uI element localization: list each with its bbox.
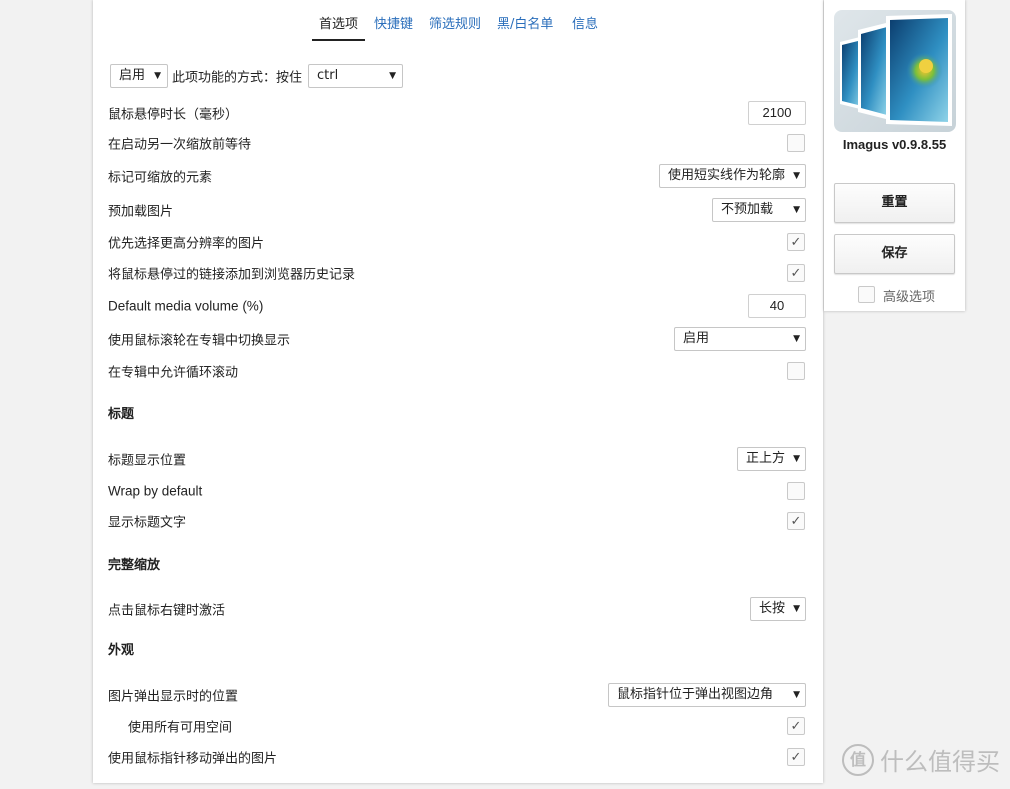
chevron-down-icon: ▼	[793, 334, 800, 344]
chevron-down-icon: ▼	[389, 71, 396, 81]
key-select[interactable]: ctrl ▼	[308, 64, 403, 88]
preload-select[interactable]: 不预加载 ▼	[712, 198, 806, 222]
reset-button[interactable]: 重置	[834, 183, 955, 223]
caption-position-label: 标题显示位置	[108, 453, 187, 469]
chevron-down-icon: ▼	[793, 604, 800, 614]
tab-preferences[interactable]: 首选项	[311, 13, 366, 41]
app-logo	[834, 10, 956, 132]
chevron-down-icon: ▼	[154, 71, 162, 81]
chevron-down-icon: ▼	[793, 690, 800, 700]
show-caption-checkbox[interactable]: ✓	[787, 512, 805, 530]
watermark-text: 什么值得买	[880, 748, 1000, 776]
popup-position-label: 图片弹出显示时的位置	[108, 689, 239, 705]
mark-select[interactable]: 使用短实线作为轮廓 ▼	[658, 164, 806, 188]
use-space-label: 使用所有可用空间	[128, 720, 233, 736]
tab-info[interactable]: 信息	[572, 13, 598, 32]
album-wheel-select[interactable]: 启用 ▼	[674, 327, 806, 351]
tab-bar: 首选项 快捷键 筛选规则 黑/白名单 信息	[93, 0, 823, 41]
section-appearance: 外观	[108, 643, 135, 658]
show-caption-label: 显示标题文字	[108, 515, 187, 531]
advanced-options-label: 高级选项	[883, 290, 936, 305]
rightclick-select[interactable]: 长按 ▼	[749, 597, 806, 621]
move-popup-checkbox[interactable]: ✓	[787, 748, 805, 766]
watermark: 值 什么值得买	[842, 742, 1000, 777]
wrap-checkbox[interactable]	[787, 482, 805, 500]
sidebar: Imagus v0.9.8.55 重置 保存 高级选项	[824, 0, 965, 311]
imagus-logo-icon	[840, 14, 952, 126]
tab-blacklist-whitelist[interactable]: 黑/白名单	[497, 13, 553, 32]
move-popup-label: 使用鼠标指针移动弹出的图片	[108, 751, 278, 767]
save-button[interactable]: 保存	[834, 234, 955, 274]
history-checkbox[interactable]: ✓	[787, 264, 805, 282]
mark-label: 标记可缩放的元素	[108, 170, 213, 186]
tab-shortcuts[interactable]: 快捷键	[374, 13, 413, 32]
wait-zoom-checkbox[interactable]	[787, 134, 805, 152]
settings-panel: 首选项 快捷键 筛选规则 黑/白名单 信息 启用 ▼ 此项功能的方式：按住 ctr…	[93, 0, 823, 783]
hover-delay-input[interactable]: 2100	[748, 101, 806, 125]
chevron-down-icon: ▼	[793, 171, 800, 181]
use-space-checkbox[interactable]: ✓	[787, 717, 805, 735]
tab-filter-rules[interactable]: 筛选规则	[429, 13, 481, 32]
chevron-down-icon: ▼	[793, 454, 800, 464]
app-name: Imagus v0.9.8.55	[842, 137, 947, 152]
hover-delay-label: 鼠标悬停时长（毫秒）	[108, 107, 239, 123]
loop-checkbox[interactable]	[787, 362, 805, 380]
advanced-options-checkbox[interactable]	[858, 286, 875, 303]
caption-position-select[interactable]: 正上方 ▼	[736, 447, 806, 471]
hires-label: 优先选择更高分辨率的图片	[108, 236, 265, 252]
wait-zoom-label: 在启动另一次缩放前等待	[108, 137, 252, 153]
popup-position-select[interactable]: 鼠标指针位于弹出视图边角 ▼	[608, 683, 806, 707]
rightclick-label: 点击鼠标右键时激活	[108, 603, 226, 619]
method-label: 此项功能的方式：按住	[172, 70, 303, 86]
album-wheel-label: 使用鼠标滚轮在专辑中切换显示	[108, 333, 291, 349]
loop-label: 在专辑中允许循环滚动	[108, 365, 239, 381]
hires-checkbox[interactable]: ✓	[787, 233, 805, 251]
section-caption: 标题	[108, 407, 135, 422]
volume-label: Default media volume (%)	[108, 298, 264, 314]
wrap-label: Wrap by default	[108, 483, 203, 499]
preload-label: 预加载图片	[108, 204, 174, 220]
section-fullzoom: 完整缩放	[108, 558, 161, 573]
smzdm-logo-icon: 值	[842, 743, 874, 776]
mode-select[interactable]: 启用 ▼	[110, 64, 169, 88]
volume-input[interactable]: 40	[748, 294, 806, 318]
chevron-down-icon: ▼	[793, 205, 800, 215]
history-label: 将鼠标悬停过的链接添加到浏览器历史记录	[108, 267, 356, 283]
